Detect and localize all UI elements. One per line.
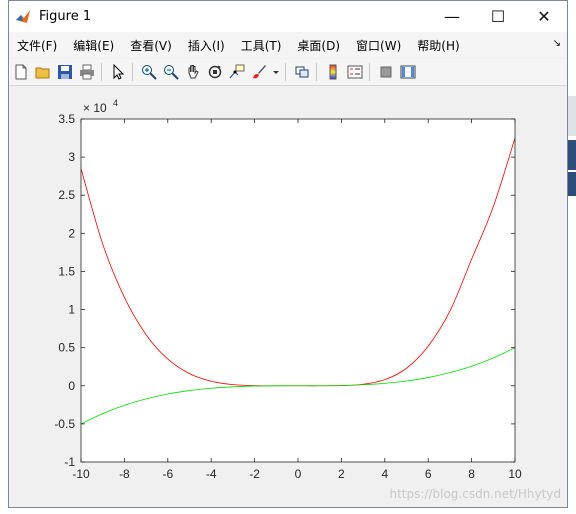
legend-icon[interactable] [345, 62, 365, 82]
zoom-in-icon[interactable] [139, 62, 159, 82]
x-tick-label: -2 [249, 467, 260, 481]
link-plot-icon[interactable] [292, 62, 312, 82]
menu-desktop[interactable]: 桌面(D) [289, 37, 348, 54]
menu-file[interactable]: 文件(F) [9, 37, 65, 54]
y-tick-label: 3.5 [58, 112, 75, 126]
x-tick-label: 10 [508, 467, 522, 481]
matlab-logo-icon [16, 9, 30, 23]
print-icon[interactable] [77, 62, 97, 82]
x-tick-label: 0 [295, 467, 302, 481]
open-file-icon[interactable] [33, 62, 53, 82]
toolbar-separator [132, 63, 133, 81]
brush-dropdown-icon[interactable] [271, 62, 281, 82]
menu-view[interactable]: 查看(V) [122, 37, 180, 54]
y-tick-label: 0.5 [58, 341, 75, 355]
save-icon[interactable] [55, 62, 75, 82]
y-exponent-power: 4 [113, 98, 118, 108]
menu-insert[interactable]: 插入(I) [180, 37, 233, 54]
dock-arrow-icon[interactable]: ↘ [553, 38, 561, 49]
x-tick-label: 4 [381, 467, 388, 481]
toolbar-separator [316, 63, 317, 81]
x-tick-label: -4 [206, 467, 217, 481]
y-tick-label: 3 [68, 150, 75, 164]
x-tick-label: -8 [119, 467, 130, 481]
menu-bar: 文件(F) 编辑(E) 查看(V) 插入(I) 工具(T) 桌面(D) 窗口(W… [9, 32, 567, 58]
data-cursor-icon[interactable] [227, 62, 247, 82]
title-bar[interactable]: Figure 1 — ☐ ✕ [9, 1, 567, 32]
figure-window: Figure 1 — ☐ ✕ 文件(F) 编辑(E) 查看(V) 插入(I) 工… [8, 0, 568, 508]
x-tick-label: 8 [468, 467, 475, 481]
maximize-icon: ☐ [490, 7, 506, 26]
plot-svg[interactable]: -10 -8 -6 -4 -2 0 2 4 6 8 10 -1 -0.5 0 0.5 1 1.5 2 2.5 3 3.5… [9, 86, 567, 506]
colorbar-icon[interactable] [323, 62, 343, 82]
y-tick-label: 1 [68, 303, 75, 317]
pan-hand-icon[interactable] [183, 62, 203, 82]
toolbar-separator [101, 63, 102, 81]
y-tick-label: 2 [68, 226, 75, 240]
minimize-icon: — [444, 7, 460, 26]
axes-background [81, 119, 515, 462]
window-title: Figure 1 [39, 9, 92, 24]
watermark: https://blog.csdn.net/Hhytyd [389, 487, 561, 501]
y-tick-label: 0 [68, 379, 75, 393]
menu-tools[interactable]: 工具(T) [233, 37, 290, 54]
maximize-button[interactable]: ☐ [475, 1, 521, 32]
toolbar-separator [285, 63, 286, 81]
menu-edit[interactable]: 编辑(E) [65, 37, 122, 54]
y-exponent-label: × 10 [83, 101, 107, 115]
brush-icon[interactable] [249, 62, 269, 82]
edit-plot-arrow-icon[interactable] [108, 62, 128, 82]
close-button[interactable]: ✕ [521, 1, 567, 32]
x-tick-label: 2 [338, 467, 345, 481]
x-tick-label: 6 [425, 467, 432, 481]
y-tick-label: -1 [64, 455, 75, 469]
y-tick-label: 1.5 [58, 264, 75, 278]
rotate-3d-icon[interactable] [205, 62, 225, 82]
menu-window[interactable]: 窗口(W) [348, 37, 409, 54]
show-plot-tools-icon[interactable] [398, 62, 418, 82]
zoom-out-icon[interactable] [161, 62, 181, 82]
x-tick-label: -6 [162, 467, 173, 481]
close-icon: ✕ [537, 7, 551, 26]
menu-help[interactable]: 帮助(H) [409, 37, 467, 54]
minimize-button[interactable]: — [429, 1, 475, 32]
x-tick-label: -10 [72, 467, 90, 481]
figure-canvas: -10 -8 -6 -4 -2 0 2 4 6 8 10 -1 -0.5 0 0.5 1 1.5 2 2.5 3 3.5… [9, 86, 567, 507]
y-tick-label: 2.5 [58, 188, 75, 202]
toolbar-separator [369, 63, 370, 81]
new-figure-icon[interactable] [11, 62, 31, 82]
hide-plot-tools-icon[interactable] [376, 62, 396, 82]
y-tick-label: -0.5 [54, 417, 75, 431]
figure-toolbar [9, 59, 567, 86]
